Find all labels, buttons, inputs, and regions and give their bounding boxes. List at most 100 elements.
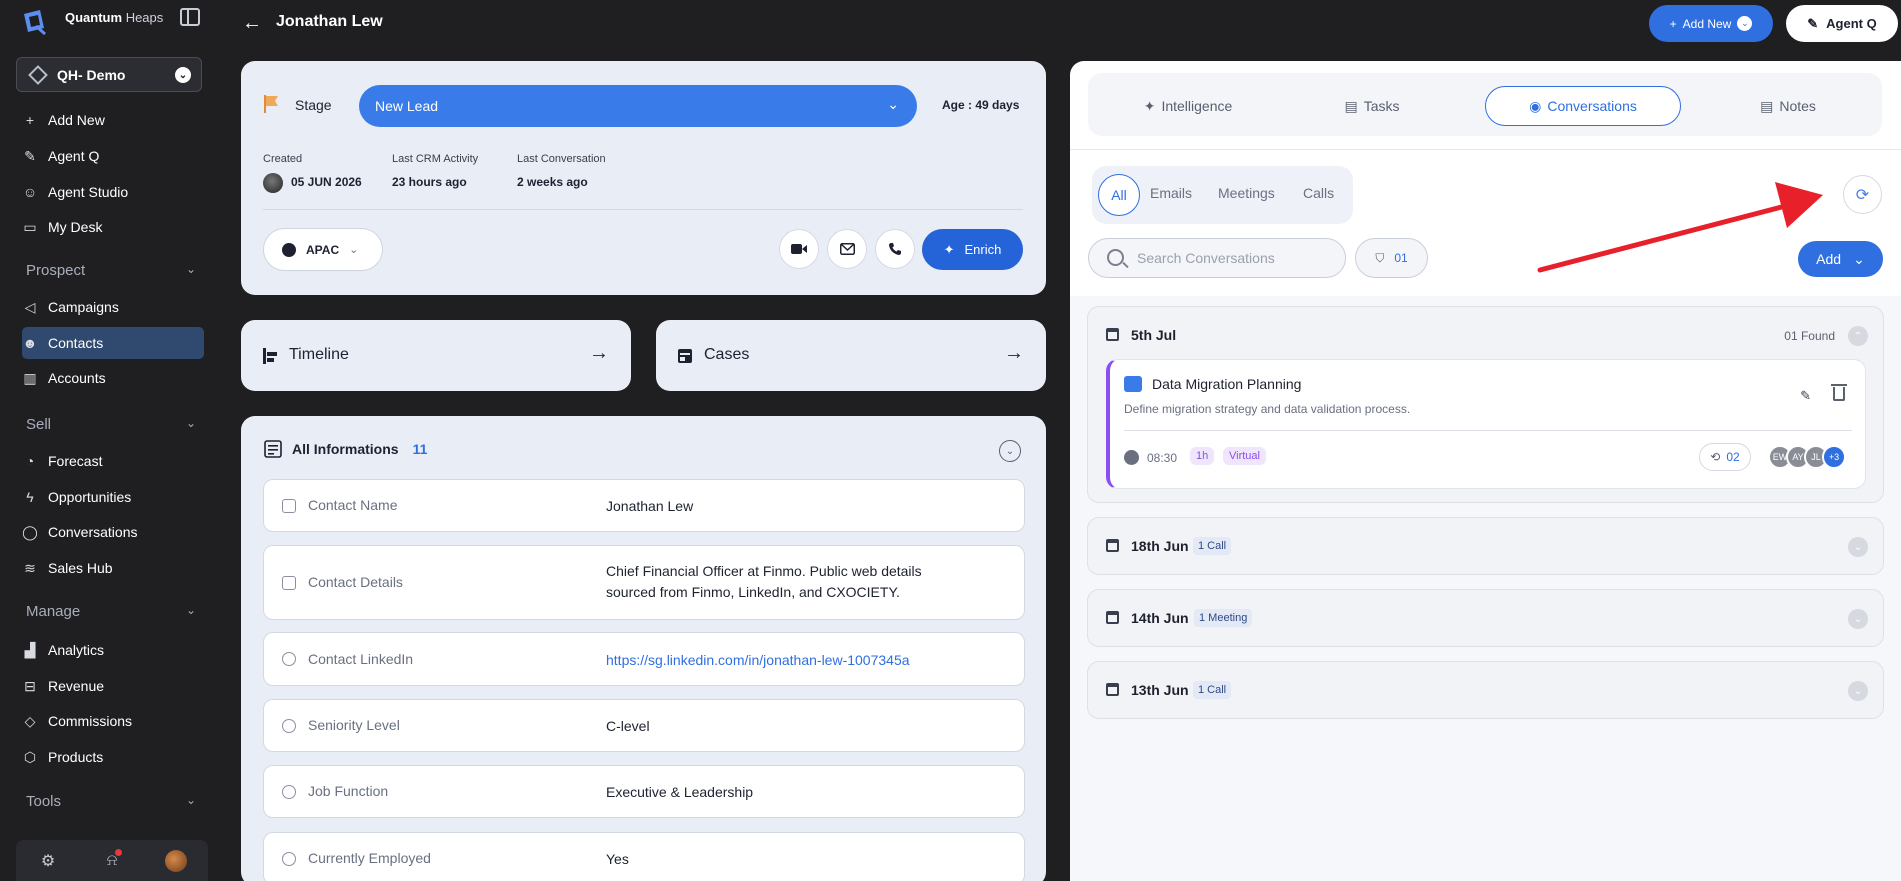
meeting-time: 08:30: [1147, 451, 1178, 465]
chevron-up-icon[interactable]: ⌃: [1848, 326, 1868, 346]
sidebar-item-forecast[interactable]: ◔ Forecast: [22, 447, 204, 475]
timeline-card[interactable]: Timeline →: [241, 320, 631, 391]
sidebar-item-my-desk[interactable]: ▭ My Desk: [22, 213, 204, 241]
box-icon: ⬡: [23, 748, 37, 765]
sidebar-item-agent-q[interactable]: ✎ Agent Q: [22, 142, 204, 170]
sidebar-item-sales-hub[interactable]: ≋ Sales Hub: [22, 554, 204, 582]
plus-icon: +: [25, 112, 35, 128]
workspace-name: QH- Demo: [57, 66, 126, 83]
cases-card[interactable]: Cases →: [656, 320, 1046, 391]
sparkle-icon: ✦: [1143, 97, 1156, 114]
timeline-icon: [263, 348, 277, 364]
agent-q-label: Agent Q: [1826, 16, 1877, 31]
info-value: Jonathan Lew: [606, 498, 694, 514]
refresh-button[interactable]: ⟳: [1843, 175, 1882, 214]
agent-icon: ✎: [24, 147, 36, 164]
collapse-button[interactable]: ⌄: [999, 440, 1021, 462]
agent-q-button[interactable]: ✎ Agent Q: [1786, 5, 1898, 42]
filter-emails[interactable]: Emails: [1150, 185, 1192, 201]
add-new-button[interactable]: + Add New ⌄: [1649, 5, 1773, 42]
info-row-currently-employed: Currently Employed Yes: [263, 832, 1025, 881]
workspace-selector[interactable]: QH- Demo ⌄: [16, 57, 202, 92]
conversation-group[interactable]: 13th Jun 1 Call ⌄: [1087, 661, 1884, 719]
chevron-down-icon: ⌄: [887, 96, 899, 112]
conversation-group[interactable]: 18th Jun 1 Call ⌄: [1087, 517, 1884, 575]
sidebar-item-opportunities[interactable]: ϟ Opportunities: [22, 483, 204, 511]
email-button[interactable]: [827, 229, 867, 269]
video-call-button[interactable]: [779, 229, 819, 269]
refresh-icon: ⟳: [1855, 186, 1870, 204]
sidebar-item-label: Conversations: [48, 524, 138, 540]
enrich-button[interactable]: ✦ Enrich: [922, 229, 1023, 270]
sidebar-item-agent-studio[interactable]: ☺ Agent Studio: [22, 178, 204, 206]
mail-icon: [839, 243, 855, 255]
info-title: All Informations: [292, 441, 399, 457]
info-label: Seniority Level: [308, 717, 400, 733]
bell-icon[interactable]: ⍾: [100, 848, 124, 873]
user-avatar[interactable]: [164, 849, 188, 873]
phone-button[interactable]: [875, 229, 915, 269]
gear-icon[interactable]: ⚙: [36, 849, 60, 873]
chevron-down-icon[interactable]: ⌄: [1848, 609, 1868, 629]
sparkle-icon: ✦: [943, 241, 955, 257]
created-value: 05 JUN 2026: [291, 175, 362, 189]
tab-intelligence[interactable]: ✦ Intelligence: [1128, 86, 1248, 126]
flag-icon: [264, 95, 278, 113]
chevron-down-icon: ⌄: [175, 67, 191, 83]
sidebar-item-revenue[interactable]: ⊟ Revenue: [22, 672, 204, 700]
chevron-down-icon: ⌄: [185, 416, 196, 430]
conversation-group[interactable]: 14th Jun 1 Meeting ⌄: [1087, 589, 1884, 647]
details-icon: [282, 576, 296, 590]
trash-icon[interactable]: [1831, 384, 1847, 401]
tab-conversations[interactable]: ◉ Conversations: [1485, 86, 1681, 126]
sidebar-item-label: Add New: [48, 112, 105, 128]
calendar-icon: [1106, 539, 1119, 552]
info-label: Job Function: [308, 783, 389, 799]
calendar-icon: [1106, 683, 1119, 696]
sidebar-item-analytics[interactable]: ▟ Analytics: [22, 636, 204, 664]
conversation-filter-group: All Emails Meetings Calls: [1092, 166, 1353, 224]
filter-meetings[interactable]: Meetings: [1218, 185, 1275, 201]
filter-calls[interactable]: Calls: [1303, 185, 1334, 201]
stage-label: Stage: [295, 97, 332, 113]
last-crm-value: 23 hours ago: [392, 175, 467, 189]
back-arrow-icon[interactable]: ←: [242, 12, 262, 35]
section-manage[interactable]: Manage ⌄: [26, 603, 196, 620]
sidebar-item-add-new[interactable]: + Add New: [22, 106, 204, 134]
sidebar-item-label: Products: [48, 749, 104, 765]
attendee-avatars[interactable]: EW AY JL +3: [1768, 445, 1846, 469]
meeting-card[interactable]: Data Migration Planning Define migration…: [1106, 359, 1866, 489]
recordings-button[interactable]: ⟲ 02: [1699, 443, 1751, 471]
chevron-down-icon[interactable]: ⌄: [1848, 537, 1868, 557]
sidebar-item-conversations[interactable]: ◯ Conversations: [22, 518, 204, 546]
sidebar-item-campaigns[interactable]: ◁ Campaigns: [22, 293, 204, 321]
filter-button[interactable]: ⛉ 01: [1355, 238, 1428, 278]
stage-dropdown[interactable]: New Lead ⌄: [359, 85, 917, 127]
sidebar-item-commissions[interactable]: ◇ Commissions: [22, 707, 204, 735]
edit-icon[interactable]: ✎: [1800, 388, 1811, 404]
add-conversation-button[interactable]: Add ⌄: [1798, 241, 1883, 277]
chevron-down-icon[interactable]: ⌄: [1848, 681, 1868, 701]
search-input[interactable]: Search Conversations: [1088, 238, 1346, 278]
filter-all[interactable]: All: [1098, 174, 1140, 216]
info-value: Executive & Leadership: [606, 784, 754, 800]
sidebar-item-contacts[interactable]: ☻ Contacts: [22, 327, 204, 359]
section-sell[interactable]: Sell ⌄: [26, 416, 196, 433]
add-new-label: Add New: [1682, 16, 1732, 31]
linkedin-link[interactable]: https://sg.linkedin.com/in/jonathan-lew-…: [606, 650, 1006, 671]
tab-notes[interactable]: ▤ Notes: [1728, 86, 1848, 126]
sidebar-toggle-button[interactable]: [180, 8, 200, 26]
desk-icon: ▭: [23, 218, 37, 235]
tab-tasks[interactable]: ▤ Tasks: [1312, 86, 1432, 126]
sidebar-item-accounts[interactable]: ▥ Accounts: [22, 364, 204, 392]
all-informations-card: All Informations 11 ⌄ Contact Name Jonath…: [241, 416, 1046, 881]
sidebar-item-products[interactable]: ⬡ Products: [22, 743, 204, 771]
phone-icon: [889, 243, 901, 255]
region-dropdown[interactable]: APAC ⌄: [263, 228, 383, 271]
section-prospect[interactable]: Prospect ⌄: [26, 262, 196, 279]
avatar: [263, 173, 283, 193]
section-tools[interactable]: Tools ⌄: [26, 793, 196, 810]
chevron-circle-icon: [282, 785, 296, 799]
sidebar-item-label: Agent Q: [48, 148, 100, 164]
info-header: All Informations 11: [264, 440, 427, 458]
